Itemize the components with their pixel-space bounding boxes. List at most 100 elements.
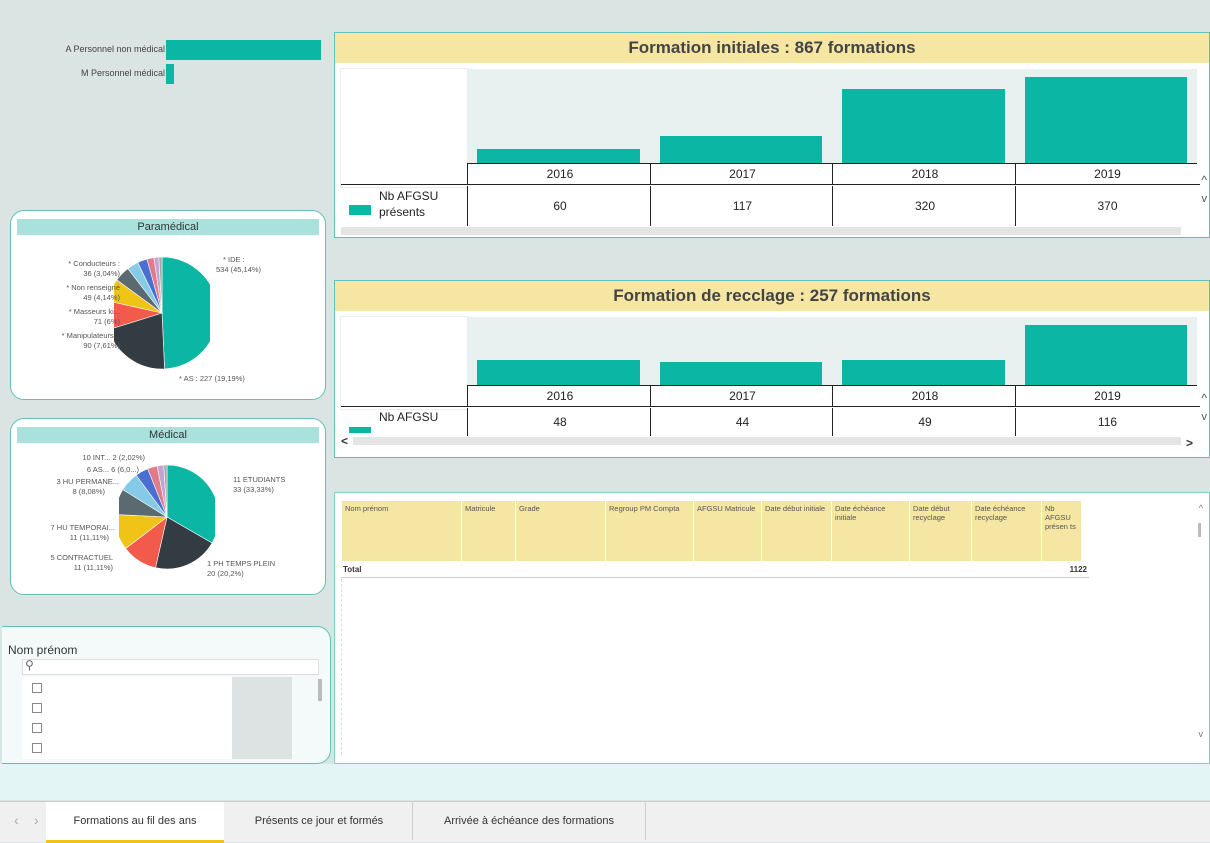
name-list-gutter: [232, 677, 292, 759]
bottom-strip: [0, 764, 1210, 800]
paramedical-label-ide: * IDE :: [223, 255, 245, 264]
medical-label-int: 10 INT... 2 (2,02%): [82, 453, 145, 462]
initial-training-title: Formation initiales : 867 formations: [335, 33, 1209, 63]
initial-horizontal-scrollbar[interactable]: [341, 227, 1181, 235]
tab-label: Formations au fil des ans: [73, 815, 197, 827]
tab-presents-ce-jour[interactable]: Présents ce jour et formés: [226, 802, 413, 840]
initial-matrix: 2016 60 2017 117 2018 320 2019 370: [467, 163, 1200, 226]
name-checkbox-4[interactable]: [32, 743, 42, 753]
bar-2016[interactable]: [477, 149, 640, 163]
bar-2019[interactable]: [1024, 77, 1187, 163]
detail-table-total-value: 1122: [1069, 565, 1087, 574]
year-header: 2016: [467, 386, 652, 407]
recyclage-training-card: Formation de recclage : 257 formations 2…: [334, 280, 1210, 458]
medical-title: Médical: [17, 427, 319, 443]
medical-pie[interactable]: [119, 461, 215, 571]
personnel-medical-label: M Personnel médical: [80, 68, 165, 78]
detail-table-body: [341, 579, 1090, 755]
bar-2018[interactable]: [842, 88, 1005, 163]
name-checkbox-1[interactable]: [32, 683, 42, 693]
tab-formations-au-fil-des-ans[interactable]: Formations au fil des ans: [46, 802, 224, 843]
name-list: [22, 677, 232, 759]
year-header: 2017: [649, 386, 835, 407]
personnel-non-medical-bar[interactable]: [166, 40, 321, 60]
name-slicer: Nom prénom ⚲: [2, 626, 331, 764]
medical-label-hu-temporaire: 7 HU TEMPORAI...: [50, 523, 115, 532]
search-input[interactable]: [39, 660, 313, 674]
paramedical-panel: Paramédical * Conducteurs : 36 (3,04%) *…: [10, 210, 326, 400]
initial-training-card: Formation initiales : 867 formations 201…: [334, 32, 1210, 238]
name-checkbox-3[interactable]: [32, 723, 42, 733]
bar-2017[interactable]: [659, 362, 822, 385]
recyclage-scroll-down-icon[interactable]: v: [1202, 411, 1208, 423]
initial-legend-swatch: [349, 205, 371, 215]
detail-table-scrollbar[interactable]: [1198, 523, 1201, 537]
column-header[interactable]: Date début recyclage: [909, 501, 971, 561]
detail-table-panel: Nom prénom Matricule Grade Regroup PM Compt…: [334, 492, 1210, 764]
column-header[interactable]: Date début initiale: [761, 501, 831, 561]
bar-2019[interactable]: [1024, 325, 1187, 385]
column-header[interactable]: Date échéance recyclage: [971, 501, 1041, 561]
medical-label-hu-permanent: 3 HU PERMANE...: [56, 477, 119, 486]
initial-scroll-up-icon[interactable]: ^: [1201, 173, 1207, 187]
medical-label-as: 6 AS... 6 (6,0...): [86, 465, 139, 474]
tabs-next-icon[interactable]: ›: [34, 812, 39, 828]
year-header: 2018: [832, 386, 1017, 407]
column-header[interactable]: Matricule: [461, 501, 515, 561]
name-list-scrollbar[interactable]: [318, 679, 322, 701]
recyclage-scroll-up-icon[interactable]: ^: [1201, 391, 1207, 405]
paramedical-label-masseurs-val: 71 (6%): [93, 317, 120, 326]
year-header: 2016: [467, 164, 652, 185]
personnel-medical-row[interactable]: M Personnel médical: [20, 64, 325, 84]
column-header[interactable]: Nom prénom: [341, 501, 461, 561]
paramedical-label-non-renseigne-val: 49 (4,14%): [83, 293, 120, 302]
initial-scroll-down-icon[interactable]: v: [1202, 193, 1208, 205]
personnel-filter[interactable]: A Personnel non médical M Personnel médi…: [20, 38, 325, 88]
personnel-non-medical-label: A Personnel non médical: [65, 44, 165, 54]
paramedical-slice-0[interactable]: [161, 256, 210, 370]
bar-2018[interactable]: [842, 359, 1005, 385]
bar-2016[interactable]: [477, 360, 640, 385]
personnel-non-medical-row[interactable]: A Personnel non médical: [20, 40, 325, 60]
medical-label-contractuel-val: 11 (11,11%): [73, 563, 113, 572]
value-cell: 116: [1014, 408, 1200, 436]
bar-2017[interactable]: [659, 135, 822, 163]
recyclage-scroll-right-icon[interactable]: >: [1186, 436, 1193, 450]
medical-label-contractuel: 5 CONTRACTUEL: [50, 553, 113, 562]
medical-label-ph-val: 20 (20,2%): [207, 569, 244, 578]
personnel-medical-bar[interactable]: [166, 64, 174, 84]
initial-row-label-line1: Nb AFGSU: [379, 189, 439, 203]
detail-table-scroll-up-icon[interactable]: ^: [1199, 503, 1203, 513]
year-header: 2017: [649, 164, 835, 185]
column-header[interactable]: AFGSU Matricule: [693, 501, 761, 561]
column-header[interactable]: Grade: [515, 501, 605, 561]
paramedical-label-non-renseigne: * Non renseigné: [66, 283, 120, 292]
paramedical-label-conducteurs: * Conducteurs :: [68, 259, 120, 268]
name-checkbox-2[interactable]: [32, 703, 42, 713]
medical-label-etudiants: 11 ETUDIANTS: [233, 475, 286, 484]
medical-label-hu-temporaire-val: 11 (11,11%): [69, 533, 109, 542]
name-search-box[interactable]: ⚲: [22, 658, 319, 675]
search-icon: ⚲: [25, 658, 34, 672]
tabs-prev-icon[interactable]: ‹: [14, 812, 19, 828]
initial-bars: [467, 69, 1197, 163]
page-tabs-bar: ‹ › Formations au fil des ans Présents c…: [0, 801, 1210, 843]
recyclage-blank-area: [341, 317, 467, 409]
column-header[interactable]: Date échéance initiale: [831, 501, 909, 561]
paramedical-label-masseurs: * Masseurs ki...: [68, 307, 120, 316]
recyclage-horizontal-scrollbar[interactable]: [353, 437, 1181, 445]
detail-table-scroll-down-icon[interactable]: v: [1199, 729, 1204, 739]
initial-blank-area: [341, 69, 467, 187]
paramedical-pie[interactable]: [114, 255, 210, 373]
medical-label-hu-permanent-val: 8 (8,08%): [72, 487, 105, 496]
value-cell: 320: [832, 186, 1017, 226]
recyclage-scroll-left-icon[interactable]: <: [341, 434, 348, 448]
value-cell: 60: [467, 186, 652, 226]
tab-arrivee-echeance[interactable]: Arrivée à échéance des formations: [413, 802, 646, 840]
paramedical-label-manipulateurs-val: 90 (7,61%): [83, 341, 120, 350]
recyclage-row-label-line1: Nb AFGSU: [379, 410, 439, 424]
medical-label-etudiants-val: 33 (33,33%): [233, 485, 274, 494]
recyclage-training-title: Formation de recclage : 257 formations: [335, 281, 1209, 311]
column-header[interactable]: Regroup PM Compta: [605, 501, 693, 561]
column-header[interactable]: Nb AFGSU présen ts: [1041, 501, 1081, 561]
